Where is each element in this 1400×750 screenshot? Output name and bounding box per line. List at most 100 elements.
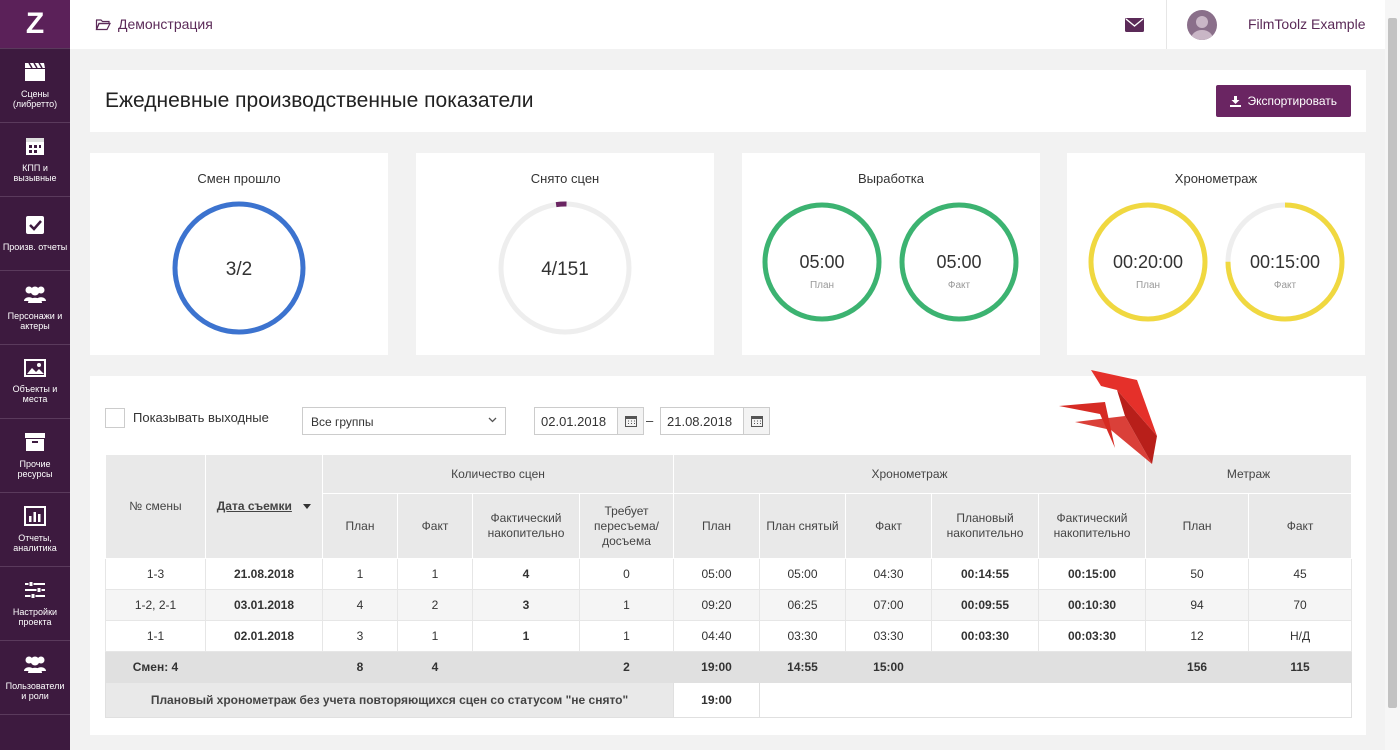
- archive-icon: [24, 432, 46, 459]
- table-cell: 02.01.2018: [205, 620, 323, 652]
- clapperboard-icon: [24, 62, 46, 89]
- calendar-icon: [25, 136, 45, 163]
- date-from-value: 02.01.2018: [541, 414, 607, 429]
- table-cell: 21.08.2018: [205, 558, 323, 590]
- sidebar-item-label: Прочие ресурсы: [17, 459, 53, 479]
- sidebar-item-2[interactable]: Произв. отчеты: [0, 197, 70, 271]
- bar-chart-icon: [24, 506, 46, 533]
- note-row: Плановый хронометраж без учета повторяющ…: [104, 682, 1353, 718]
- table-row[interactable]: 1-2, 2-1 03.01.2018 4 2 3 1 09:20 06:25 07:00 00:…: [105, 589, 1353, 621]
- user-avatar[interactable]: [1187, 10, 1217, 40]
- col-footage-fact: Факт: [1248, 493, 1353, 559]
- totals-footage-plan: 156: [1145, 651, 1250, 683]
- page-scrollbar[interactable]: [1385, 0, 1400, 750]
- kpi-timing-plan-value: 00:20:00: [1113, 252, 1183, 272]
- breadcrumb[interactable]: Демонстрация: [95, 16, 213, 32]
- table-cell: 45: [1248, 558, 1353, 590]
- table-cell: 1-2, 2-1: [105, 589, 206, 621]
- table-cell: 4: [322, 589, 398, 621]
- table-cell: 09:20: [673, 589, 761, 621]
- table-cell: 03.01.2018: [205, 589, 323, 621]
- sidebar-item-7[interactable]: Настройки проекта: [0, 567, 70, 641]
- table-cell: 1-1: [105, 620, 206, 652]
- sort-down-icon: [303, 504, 312, 510]
- table-cell: 3: [472, 589, 580, 621]
- export-button[interactable]: Экспортировать: [1216, 85, 1351, 117]
- report-card: Показывать выходные Все группы 02.01.201…: [90, 376, 1366, 735]
- show-weekends-checkbox[interactable]: [105, 408, 125, 428]
- date-from-input[interactable]: 02.01.2018: [534, 407, 644, 435]
- col-scenes-reshoot: Требует пересъема/ досъема: [578, 493, 675, 559]
- table-row[interactable]: 1-3 21.08.2018 1 1 4 0 05:00 05:00 04:30 00:14:55…: [105, 558, 1353, 590]
- export-button-label: Экспортировать: [1247, 94, 1337, 108]
- show-weekends-label[interactable]: Показывать выходные: [133, 410, 269, 425]
- col-scenes-plan: План: [322, 493, 398, 559]
- col-timing-plan-cumulative: Плановый накопительно: [931, 493, 1040, 559]
- table-cell: 94: [1145, 589, 1250, 621]
- table-row[interactable]: 1-1 02.01.2018 3 1 1 1 04:40 03:30 03:30 00:03:30…: [105, 620, 1353, 652]
- sidebar-item-1[interactable]: КПП и вызывные: [0, 123, 70, 197]
- calendar-icon: [750, 416, 763, 427]
- date-to-calendar-button[interactable]: [743, 408, 769, 434]
- table-cell: 00:03:30: [1038, 620, 1147, 652]
- date-to-input[interactable]: 21.08.2018: [660, 407, 770, 435]
- envelope-icon[interactable]: [1125, 18, 1144, 32]
- table-cell: 1: [397, 558, 473, 590]
- table-cell: 70: [1248, 589, 1353, 621]
- sidebar-item-0[interactable]: Сцены (либретто): [0, 49, 70, 123]
- users-icon: [23, 284, 47, 311]
- table-cell: 3: [322, 620, 398, 652]
- table-cell: 03:30: [759, 620, 847, 652]
- table-cell: 03:30: [845, 620, 933, 652]
- totals-timing-fact: 15:00: [845, 651, 933, 683]
- kpi-output-fact-value: 05:00: [936, 252, 981, 272]
- date-from-calendar-button[interactable]: [617, 408, 643, 434]
- sidebar-item-label: КПП и вызывные: [13, 163, 57, 183]
- app-logo[interactable]: Z: [0, 0, 70, 49]
- table-cell: 00:09:55: [931, 589, 1040, 621]
- table-cell: Н/Д: [1248, 620, 1353, 652]
- kpi-output-fact-label: Факт: [948, 280, 971, 291]
- kpi-output-plan-value: 05:00: [799, 252, 844, 272]
- col-shift-number: № смены: [105, 454, 206, 559]
- sidebar: Z Сцены (либретто) КПП и вызывные Произв. …: [0, 0, 70, 750]
- col-timing-plan-shot: План снятый: [759, 493, 847, 559]
- kpi-timing-fact-label: Факт: [1274, 280, 1297, 291]
- table-cell: 1: [472, 620, 580, 652]
- totals-scenes-fact: 4: [397, 651, 473, 683]
- table-cell: 05:00: [759, 558, 847, 590]
- sidebar-item-8[interactable]: Пользователи и роли: [0, 641, 70, 715]
- kpi-timing-fact-value: 00:15:00: [1250, 252, 1320, 272]
- kpi-scenes-card: Снято сцен 4/151: [416, 153, 714, 355]
- table-cell: 2: [397, 589, 473, 621]
- col-group-scenes-count: Количество сцен: [321, 454, 675, 494]
- sidebar-item-label: Пользователи и роли: [5, 681, 65, 701]
- table-cell: 04:40: [673, 620, 761, 652]
- user-name[interactable]: FilmToolz Example: [1248, 16, 1365, 32]
- table-cell: 00:14:55: [931, 558, 1040, 590]
- download-icon: [1230, 95, 1242, 107]
- col-shoot-date[interactable]: Дата съемки: [205, 454, 323, 559]
- table-cell: 50: [1145, 558, 1250, 590]
- page-title: Ежедневные производственные показатели: [105, 89, 534, 112]
- title-card: Ежедневные производственные показатели Э…: [90, 70, 1366, 132]
- table-cell: 07:00: [845, 589, 933, 621]
- group-select[interactable]: Все группы: [302, 407, 506, 435]
- scrollbar-thumb[interactable]: [1388, 18, 1397, 708]
- kpi-scenes-value: 4/151: [541, 259, 589, 280]
- col-scenes-fact: Факт: [397, 493, 473, 559]
- col-timing-fact: Факт: [845, 493, 933, 559]
- sidebar-item-4[interactable]: Объекты и места: [0, 345, 70, 419]
- sidebar-item-6[interactable]: Отчеты, аналитика: [0, 493, 70, 567]
- production-table: № смены Дата съемки Количество сцен Хрон…: [104, 454, 1353, 718]
- sidebar-item-5[interactable]: Прочие ресурсы: [0, 419, 70, 493]
- table-cell: 1: [322, 558, 398, 590]
- date-range-dash: –: [646, 413, 654, 428]
- sidebar-item-3[interactable]: Персонажи и актеры: [0, 271, 70, 345]
- folder-open-icon: [95, 18, 111, 30]
- table-cell: 06:25: [759, 589, 847, 621]
- top-bar: Демонстрация FilmToolz Example: [70, 0, 1385, 49]
- table-cell: 00:15:00: [1038, 558, 1147, 590]
- table-cell: 05:00: [673, 558, 761, 590]
- table-cell: 00:03:30: [931, 620, 1040, 652]
